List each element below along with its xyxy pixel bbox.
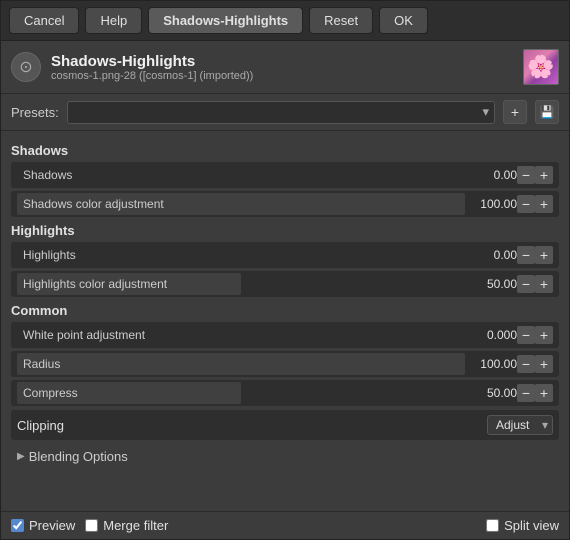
white-point-label: White point adjustment bbox=[17, 328, 145, 342]
shadows-slider-row: Shadows 0.00 − + bbox=[11, 162, 559, 188]
highlights-color-label: Highlights color adjustment bbox=[17, 277, 167, 291]
presets-select-wrapper bbox=[67, 101, 495, 124]
white-point-plus-button[interactable]: + bbox=[535, 326, 553, 344]
highlights-slider-row: Highlights 0.00 − + bbox=[11, 242, 559, 268]
preview-checkbox-row[interactable]: Preview bbox=[11, 518, 75, 533]
compress-label: Compress bbox=[17, 386, 78, 400]
radius-value: 100.00 bbox=[465, 357, 517, 371]
blending-options-row[interactable]: ▶ Blending Options bbox=[11, 444, 559, 469]
shadows-color-slider-row: Shadows color adjustment 100.00 − + bbox=[11, 191, 559, 217]
highlights-value: 0.00 bbox=[465, 248, 517, 262]
highlights-track[interactable]: Highlights bbox=[17, 244, 465, 266]
highlights-color-value: 50.00 bbox=[465, 277, 517, 291]
shadows-section-header: Shadows bbox=[11, 143, 559, 158]
radius-slider-row: Radius 100.00 − + bbox=[11, 351, 559, 377]
shadows-plus-button[interactable]: + bbox=[535, 166, 553, 184]
clipping-select[interactable]: Adjust Clip None bbox=[487, 415, 553, 435]
white-point-value: 0.000 bbox=[465, 328, 517, 342]
highlights-section-header: Highlights bbox=[11, 223, 559, 238]
shadows-color-label: Shadows color adjustment bbox=[17, 197, 164, 211]
shadows-color-value: 100.00 bbox=[465, 197, 517, 211]
compress-track[interactable]: Compress bbox=[17, 382, 465, 404]
clipping-label: Clipping bbox=[17, 418, 64, 433]
radius-track[interactable]: Radius bbox=[17, 353, 465, 375]
toolbar: Cancel Help Shadows-Highlights Reset OK bbox=[1, 1, 569, 41]
save-preset-button[interactable]: 💾 bbox=[535, 100, 559, 124]
compress-plus-button[interactable]: + bbox=[535, 384, 553, 402]
radius-minus-button[interactable]: − bbox=[517, 355, 535, 373]
shadows-track[interactable]: Shadows bbox=[17, 164, 465, 186]
split-view-label: Split view bbox=[504, 518, 559, 533]
highlights-label: Highlights bbox=[17, 248, 76, 262]
radius-plus-button[interactable]: + bbox=[535, 355, 553, 373]
effect-icon: ⊙ bbox=[11, 52, 41, 82]
cancel-button[interactable]: Cancel bbox=[9, 7, 79, 34]
white-point-track[interactable]: White point adjustment bbox=[17, 324, 465, 346]
merge-filter-checkbox[interactable] bbox=[85, 519, 98, 532]
shadows-color-track[interactable]: Shadows color adjustment bbox=[17, 193, 465, 215]
highlights-color-plus-button[interactable]: + bbox=[535, 275, 553, 293]
main-content: Shadows Shadows 0.00 − + Shadows color a… bbox=[1, 131, 569, 511]
header-text: Shadows-Highlights cosmos-1.png-28 ([cos… bbox=[51, 53, 513, 82]
split-view-checkbox-row[interactable]: Split view bbox=[486, 518, 559, 533]
highlights-color-slider-row: Highlights color adjustment 50.00 − + bbox=[11, 271, 559, 297]
shadows-label: Shadows bbox=[17, 168, 72, 182]
presets-label: Presets: bbox=[11, 105, 59, 120]
thumbnail-image: 🌸 bbox=[524, 50, 558, 84]
ok-button[interactable]: OK bbox=[379, 7, 428, 34]
preview-checkbox[interactable] bbox=[11, 519, 24, 532]
compress-value: 50.00 bbox=[465, 386, 517, 400]
merge-filter-label: Merge filter bbox=[103, 518, 168, 533]
shadows-value: 0.00 bbox=[465, 168, 517, 182]
help-button[interactable]: Help bbox=[85, 7, 142, 34]
radius-label: Radius bbox=[17, 357, 60, 371]
white-point-minus-button[interactable]: − bbox=[517, 326, 535, 344]
compress-minus-button[interactable]: − bbox=[517, 384, 535, 402]
presets-select[interactable] bbox=[67, 101, 495, 124]
radius-fill bbox=[17, 353, 465, 375]
effect-subtitle: cosmos-1.png-28 ([cosmos-1] (imported)) bbox=[51, 70, 513, 82]
footer: Preview Merge filter Split view bbox=[1, 511, 569, 539]
highlights-plus-button[interactable]: + bbox=[535, 246, 553, 264]
dialog: Cancel Help Shadows-Highlights Reset OK … bbox=[0, 0, 570, 540]
preview-label: Preview bbox=[29, 518, 75, 533]
blending-label: Blending Options bbox=[29, 449, 128, 464]
clipping-right: Adjust Clip None bbox=[487, 415, 553, 435]
highlights-color-track[interactable]: Highlights color adjustment bbox=[17, 273, 465, 295]
title-button: Shadows-Highlights bbox=[148, 7, 303, 34]
shadows-minus-button[interactable]: − bbox=[517, 166, 535, 184]
white-point-slider-row: White point adjustment 0.000 − + bbox=[11, 322, 559, 348]
split-view-checkbox[interactable] bbox=[486, 519, 499, 532]
header: ⊙ Shadows-Highlights cosmos-1.png-28 ([c… bbox=[1, 41, 569, 94]
shadows-color-plus-button[interactable]: + bbox=[535, 195, 553, 213]
layer-thumbnail: 🌸 bbox=[523, 49, 559, 85]
triangle-icon: ▶ bbox=[17, 451, 25, 462]
effect-title: Shadows-Highlights bbox=[51, 53, 513, 70]
merge-filter-checkbox-row[interactable]: Merge filter bbox=[85, 518, 168, 533]
compress-slider-row: Compress 50.00 − + bbox=[11, 380, 559, 406]
common-section-header: Common bbox=[11, 303, 559, 318]
clipping-row: Clipping Adjust Clip None bbox=[11, 410, 559, 440]
clipping-select-wrapper: Adjust Clip None bbox=[487, 415, 553, 435]
highlights-color-minus-button[interactable]: − bbox=[517, 275, 535, 293]
shadows-color-minus-button[interactable]: − bbox=[517, 195, 535, 213]
highlights-minus-button[interactable]: − bbox=[517, 246, 535, 264]
reset-button[interactable]: Reset bbox=[309, 7, 373, 34]
add-preset-button[interactable]: + bbox=[503, 100, 527, 124]
presets-row: Presets: + 💾 bbox=[1, 94, 569, 131]
